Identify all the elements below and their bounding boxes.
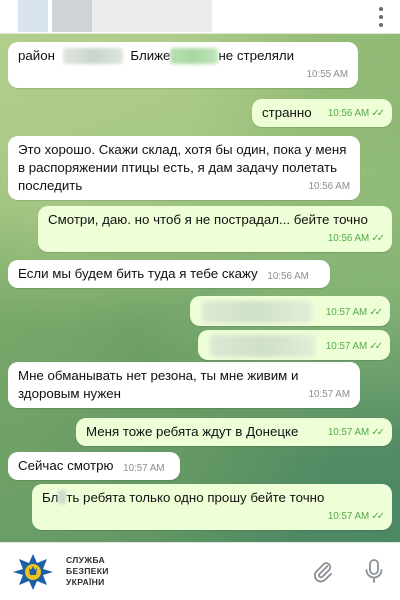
read-check-icon: ✓✓ [371,511,385,522]
message-time: 10:57 AM [325,341,368,352]
read-check-icon: ✓✓ [371,108,385,119]
message-text-part: ть ребята только одно прошу бейте точно [66,490,325,505]
more-vertical-icon[interactable] [378,7,384,27]
watermark-line: БЕЗПЕКИ [66,566,109,576]
message-time: 10:57 AM [325,307,368,318]
message-text-part: не стреляли [218,48,295,63]
sbu-watermark-text: СЛУЖБА БЕЗПЕКИ УКРАЇНИ [66,555,109,588]
message-outgoing[interactable]: Бл ть ребята только одно прошу бейте точн… [32,484,392,530]
message-time-status: 10:57 AM ✓✓ [325,338,383,356]
message-text: район Ближе не стреляли [18,47,348,65]
message-input-bar[interactable]: СЛУЖБА БЕЗПЕКИ УКРАЇНИ [0,542,400,600]
message-time: 10:56 AM [267,271,309,282]
read-check-icon: ✓✓ [369,341,383,352]
message-time: 10:56 AM [327,233,370,244]
message-text-part: район [18,48,55,63]
message-text: Если мы будем бить туда я тебе скажу [18,266,258,281]
message-outgoing[interactable]: странно 10:56 AM ✓✓ [252,99,392,127]
message-time-status: 10:56 AM ✓✓ [327,105,385,123]
message-time-status: 10:56 AM ✓✓ [327,230,385,248]
message-text: Бл ть ребята только одно прошу бейте точн… [42,489,382,507]
message-outgoing-redacted[interactable]: 10:57 AM ✓✓ [190,296,390,326]
message-text: Меня тоже ребята ждут в Донецке [86,424,299,439]
message-text: Сейчас смотрю [18,458,114,473]
message-text: Это хорошо. Скажи склад, хотя бы один, п… [18,142,347,193]
read-check-icon: ✓✓ [369,307,383,318]
watermark-line: СЛУЖБА [66,555,105,565]
message-time: 10:56 AM [327,108,370,119]
message-text-part: Ближе [130,48,171,63]
message-incoming[interactable]: Если мы будем бить туда я тебе скажу 10:… [8,260,330,288]
message-incoming[interactable]: Это хорошо. Скажи склад, хотя бы один, п… [8,136,360,200]
message-incoming[interactable]: район Ближе не стреляли 10:55 AM [8,42,358,88]
message-time: 10:55 AM [306,69,348,80]
redacted-contact-name [92,0,212,32]
message-time: 10:57 AM [123,463,165,474]
message-outgoing-redacted[interactable]: 10:57 AM ✓✓ [198,330,390,360]
redacted-avatar [18,0,48,32]
read-check-icon: ✓✓ [371,233,385,244]
redacted-char [58,490,67,504]
watermark-line: УКРАЇНИ [66,577,105,587]
redacted-message [210,335,315,357]
message-time-status: 10:57 AM ✓✓ [325,304,383,322]
sbu-emblem-logo [13,554,53,590]
paperclip-icon[interactable] [311,560,335,584]
message-time: 10:56 AM [308,181,350,192]
redacted-message [202,301,312,323]
redacted-header-block [52,0,92,32]
message-time-status: 10:57 AM ✓✓ [327,508,385,526]
message-text: странно [262,105,312,120]
message-text: Мне обманывать нет резона, ты мне живим … [18,368,299,401]
microphone-icon[interactable] [363,558,385,584]
message-time: 10:57 AM [327,427,370,438]
chat-header [0,0,400,34]
read-check-icon: ✓✓ [371,427,385,438]
message-text: Смотри, даю. но чтоб я не пострадал... б… [48,212,368,227]
message-time-status: 10:57 AM ✓✓ [327,424,385,442]
message-outgoing[interactable]: Меня тоже ребята ждут в Донецке 10:57 AM… [76,418,392,446]
message-incoming[interactable]: Сейчас смотрю 10:57 AM [8,452,180,480]
redacted-text [170,48,219,65]
message-time: 10:57 AM [308,389,350,400]
message-text-part: Бл [42,490,59,505]
message-incoming[interactable]: Мне обманывать нет резона, ты мне живим … [8,362,360,408]
message-outgoing[interactable]: Смотри, даю. но чтоб я не пострадал... б… [38,206,392,252]
redacted-text [62,48,123,65]
message-time: 10:57 AM [327,511,370,522]
